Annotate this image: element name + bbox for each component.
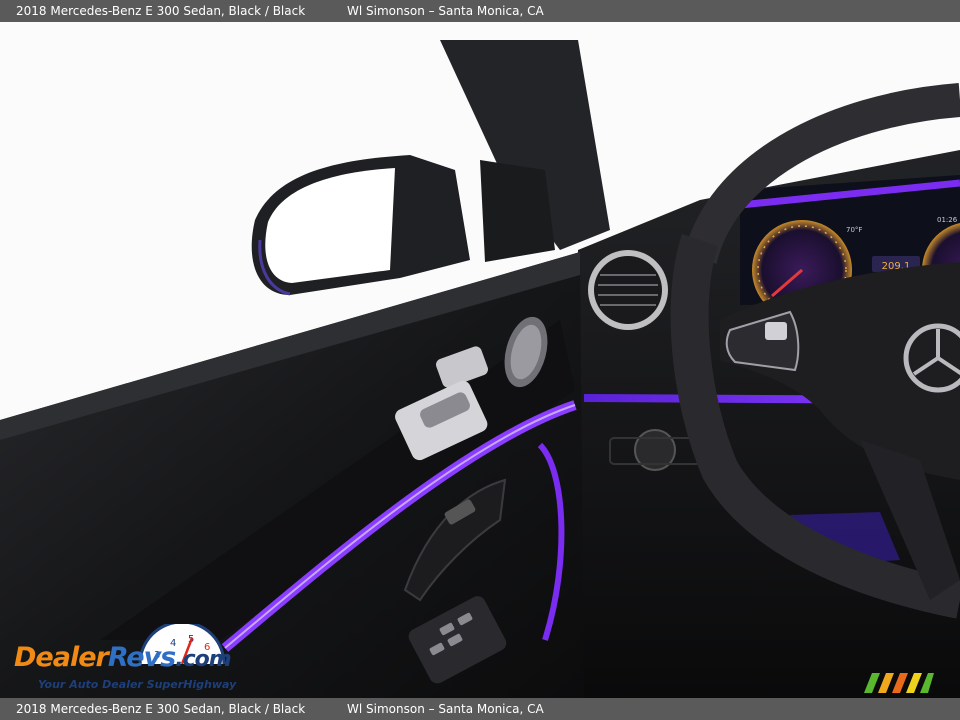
dealer-name-bottom: Wl Simonson – Santa Monica, CA — [347, 702, 544, 716]
caption-bar-bottom: 2018 Mercedes-Benz E 300 Sedan, Black / … — [0, 698, 960, 720]
temperature-readout: 70°F — [846, 226, 862, 234]
dealer-name: Wl Simonson – Santa Monica, CA — [347, 4, 544, 18]
dealerrevs-watermark: 3 4 5 6 DealerRevs.com Your Auto Dealer … — [10, 622, 270, 694]
color-stripes-logo — [864, 673, 934, 693]
interior-scene: 209.1 70°F 01:26 — [0, 22, 960, 698]
car-interior-photo: 209.1 70°F 01:26 — [0, 22, 960, 698]
caption-bar-top: 2018 Mercedes-Benz E 300 Sedan, Black / … — [0, 0, 960, 22]
vehicle-title-bottom: 2018 Mercedes-Benz E 300 Sedan, Black / … — [16, 702, 306, 716]
dealerrevs-logo-text: DealerRevs.com — [14, 642, 232, 673]
vehicle-title: 2018 Mercedes-Benz E 300 Sedan, Black / … — [16, 4, 306, 18]
clock-readout: 01:26 — [937, 216, 958, 224]
dealerrevs-tagline: Your Auto Dealer SuperHighway — [38, 678, 237, 691]
